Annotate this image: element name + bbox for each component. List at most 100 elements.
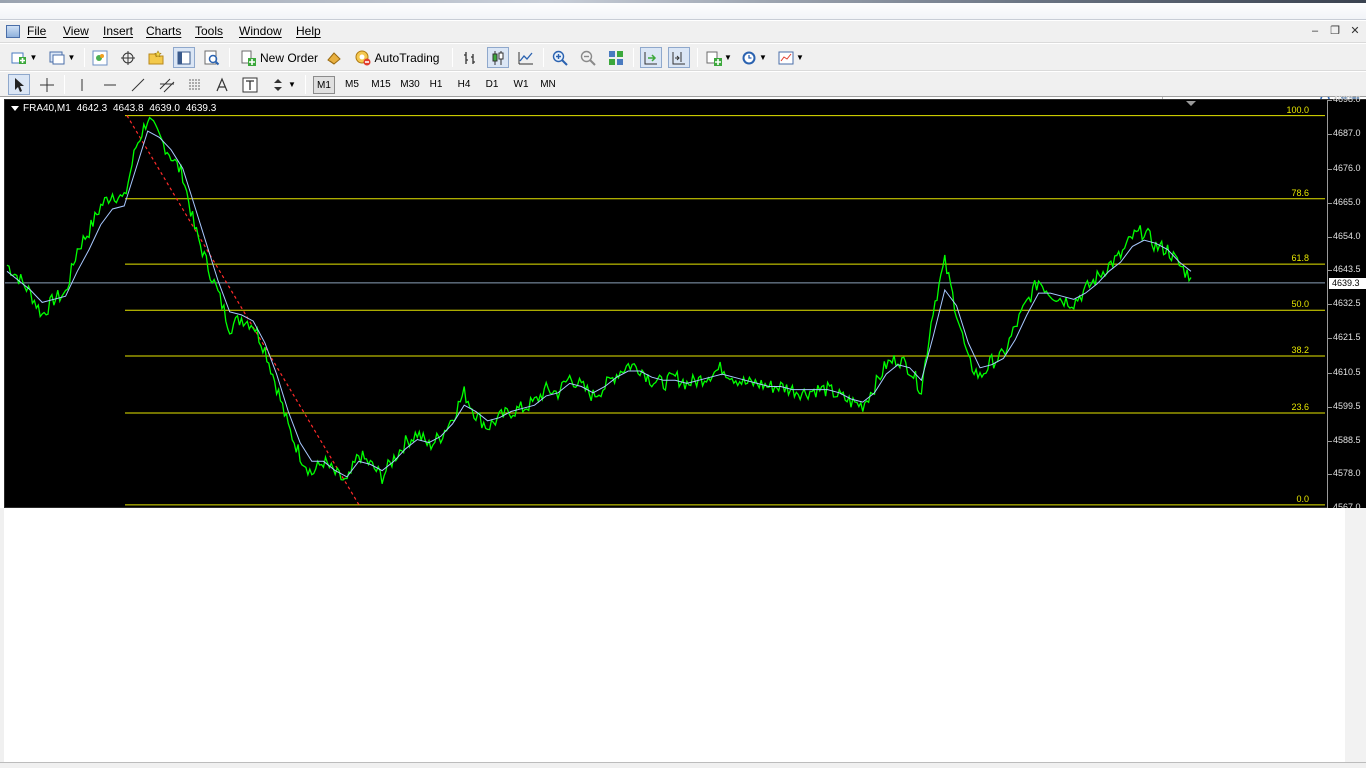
price-tick-label: 4599.5 [1333,400,1361,411]
price-chart[interactable] [5,100,1327,509]
fib-level-label: 78.6 [1291,187,1309,198]
equidistant-channel-button[interactable] [156,74,178,95]
fib-level-label: 50.0 [1291,299,1309,310]
chart-shift-icon [672,51,685,64]
cursor-button[interactable] [8,74,30,95]
zoom-out-button[interactable] [578,47,598,68]
price-axis[interactable]: 4698.0 4687.0 4676.0 4665.0 4654.0 4643.5 4632… [1327,94,1366,512]
trendline-icon [131,78,145,91]
minimize-button[interactable]: – [1306,24,1324,40]
crosshair-target-icon [121,50,135,65]
price-tick-label: 4698.0 [1333,94,1361,104]
autotrading-icon [355,50,371,65]
title-gradient [0,0,1366,3]
chart-symbol: FRA40,M1 [23,103,71,114]
current-price-label: 4639.3 [1329,277,1366,289]
price-tick-mark [1328,269,1332,271]
timeframe-d1[interactable]: D1 [481,76,503,94]
vertical-line-icon [81,78,83,91]
timeframe-m30[interactable]: M30 [397,76,423,94]
terminal-icon [177,51,191,64]
price-tick-label: 4621.5 [1333,332,1361,343]
trendline-button[interactable] [128,74,148,95]
fib-level-label: 100.0 [1286,104,1309,115]
price-tick-label: 4578.0 [1333,467,1361,478]
zoom-in-button[interactable] [550,47,570,68]
fib-level-label: 23.6 [1291,402,1309,412]
metaeditor-icon [327,51,341,65]
navigator-button[interactable] [146,47,166,68]
menu-window[interactable]: Window [239,24,282,38]
price-tick-label: 4665.0 [1333,196,1361,207]
window-title-strip [0,0,1366,20]
horizontal-line-button[interactable] [100,74,120,95]
price-tick-mark [1328,338,1332,340]
bar-chart-button[interactable] [460,47,480,68]
new-order-label: New Order [259,50,318,65]
timeframe-mn[interactable]: MN [537,76,559,94]
data-window-button[interactable] [118,47,138,68]
timeframe-h4[interactable]: H4 [453,76,475,94]
menu-view[interactable]: View [63,24,89,38]
price-tick-mark [1328,304,1332,305]
menu-charts[interactable]: Charts [146,24,181,38]
restore-button[interactable]: ❐ [1326,24,1344,40]
crosshair-button[interactable] [36,74,58,95]
line-chart-icon [518,51,533,64]
metaeditor-button[interactable] [324,47,344,68]
vertical-line-button[interactable] [72,74,92,95]
periods-button[interactable]: ▼ [739,47,769,68]
price-tick-mark [1328,372,1332,374]
close-button[interactable]: ✕ [1346,24,1364,40]
price-tick-mark [1328,441,1332,443]
text-button[interactable] [212,74,232,95]
menu-tools[interactable]: Tools [195,24,223,38]
timeframe-m5[interactable]: M5 [341,76,363,94]
autotrading-button[interactable]: AutoTrading [350,47,444,68]
price-tick-mark [1328,473,1332,475]
price-tick-mark [1328,202,1332,204]
menu-file[interactable]: File [27,24,46,38]
candlestick-icon [492,50,504,65]
candlestick-button[interactable] [487,47,509,68]
chart-shift-button[interactable] [668,47,690,68]
fib-level-label: 38.2 [1291,345,1309,355]
price-tick-mark [1328,100,1332,101]
new-order-icon [241,50,256,66]
new-chart-button[interactable]: ▼ [8,47,40,68]
menu-insert[interactable]: Insert [103,24,133,38]
market-watch-button[interactable] [90,47,110,68]
strategy-tester-icon [204,50,220,65]
timeframe-w1[interactable]: W1 [510,76,532,94]
new-order-button[interactable]: New Order [236,47,322,68]
auto-scroll-button[interactable] [640,47,662,68]
window-controls: – ❐ ✕ [1306,24,1364,40]
templates-button[interactable]: ▼ [776,47,806,68]
fibonacci-button[interactable] [184,74,206,95]
moving-average-line [6,130,1192,478]
chart-low: 4639.0 [149,103,180,114]
price-tick-label: 4687.0 [1333,128,1361,139]
chart-window[interactable]: FRA40,M1 4642.3 4643.8 4639.0 4639.3 100… [4,94,1366,512]
blank-overlay-panel [4,508,1345,763]
timeframe-h1[interactable]: H1 [425,76,447,94]
timeframe-m1[interactable]: M1 [313,76,335,94]
line-chart-button[interactable] [516,47,536,68]
timeframe-m15[interactable]: M15 [368,76,394,94]
tile-windows-icon [609,50,623,65]
terminal-button[interactable] [173,47,195,68]
tile-windows-button[interactable] [606,47,626,68]
arrows-button[interactable]: ▼ [268,74,298,95]
fib-level-label: 0.0 [1296,493,1309,504]
chart-menu-triangle-icon[interactable] [11,105,19,111]
profiles-button[interactable]: ▼ [46,47,78,68]
text-label-button[interactable] [240,74,260,95]
text-label-icon [242,77,258,92]
strategy-tester-button[interactable] [202,47,222,68]
menu-help[interactable]: Help [296,24,321,38]
price-tick-label: 4610.5 [1333,366,1361,377]
clock-icon [742,51,756,64]
price-tick-mark [1328,134,1332,136]
standard-toolbar: ▼ ▼ New Order AutoTrading ▼ ▼ ▼ [0,44,1366,111]
indicators-button[interactable]: ▼ [704,47,734,68]
